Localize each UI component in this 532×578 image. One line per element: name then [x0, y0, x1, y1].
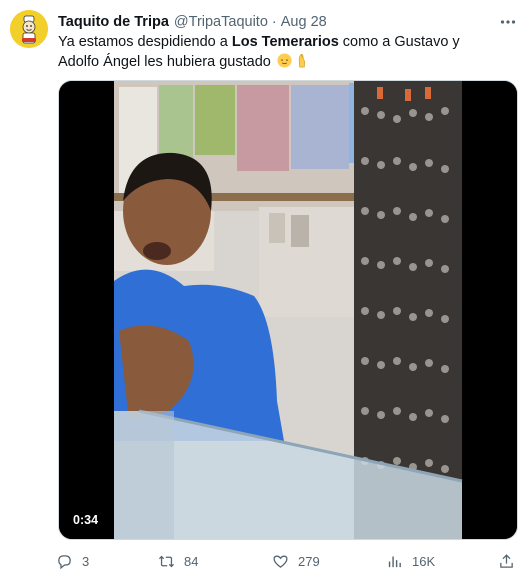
views-button[interactable]: 16K [386, 550, 435, 572]
view-count: 16K [412, 553, 436, 569]
repost-button[interactable]: 84 [158, 550, 198, 572]
video-frame [59, 81, 517, 539]
avatar[interactable] [10, 10, 48, 48]
action-bar: 3 84 279 16K [50, 550, 520, 572]
reply-button[interactable]: 3 [56, 550, 89, 572]
video-player[interactable]: 0:34 [58, 80, 518, 540]
tweet-card[interactable]: Taquito de Tripa @TripaTaquito · Aug 28 … [0, 0, 532, 578]
handle[interactable]: @TripaTaquito [174, 14, 268, 30]
tweet-text-bold: Los Temerarios [231, 34, 339, 50]
tweet-header: Taquito de Tripa @TripaTaquito · Aug 28 [58, 12, 327, 32]
video-duration: 0:34 [67, 511, 105, 529]
share-button[interactable] [498, 550, 515, 572]
more-options-button[interactable] [498, 12, 518, 32]
relieved-face-emoji-icon [277, 52, 292, 68]
pinched-fingers-emoji-icon [298, 53, 305, 67]
display-name[interactable]: Taquito de Tripa [58, 14, 169, 30]
repost-count: 84 [184, 553, 199, 569]
more-dots-icon [500, 20, 516, 24]
reply-count: 3 [82, 553, 90, 569]
repost-icon [158, 555, 175, 567]
separator: · [271, 14, 277, 30]
like-button[interactable]: 279 [272, 550, 320, 572]
tweet-text: Ya estamos despidiendo a Los Temerarios … [58, 33, 498, 72]
views-chart-icon [388, 556, 401, 567]
reply-icon [58, 554, 71, 569]
taco-character-icon [10, 10, 48, 48]
share-icon [500, 553, 513, 568]
heart-icon [273, 555, 288, 568]
tweet-date[interactable]: Aug 28 [281, 14, 327, 30]
like-count: 279 [298, 553, 320, 569]
tweet-text-part1: Ya estamos despidiendo a [58, 34, 232, 50]
